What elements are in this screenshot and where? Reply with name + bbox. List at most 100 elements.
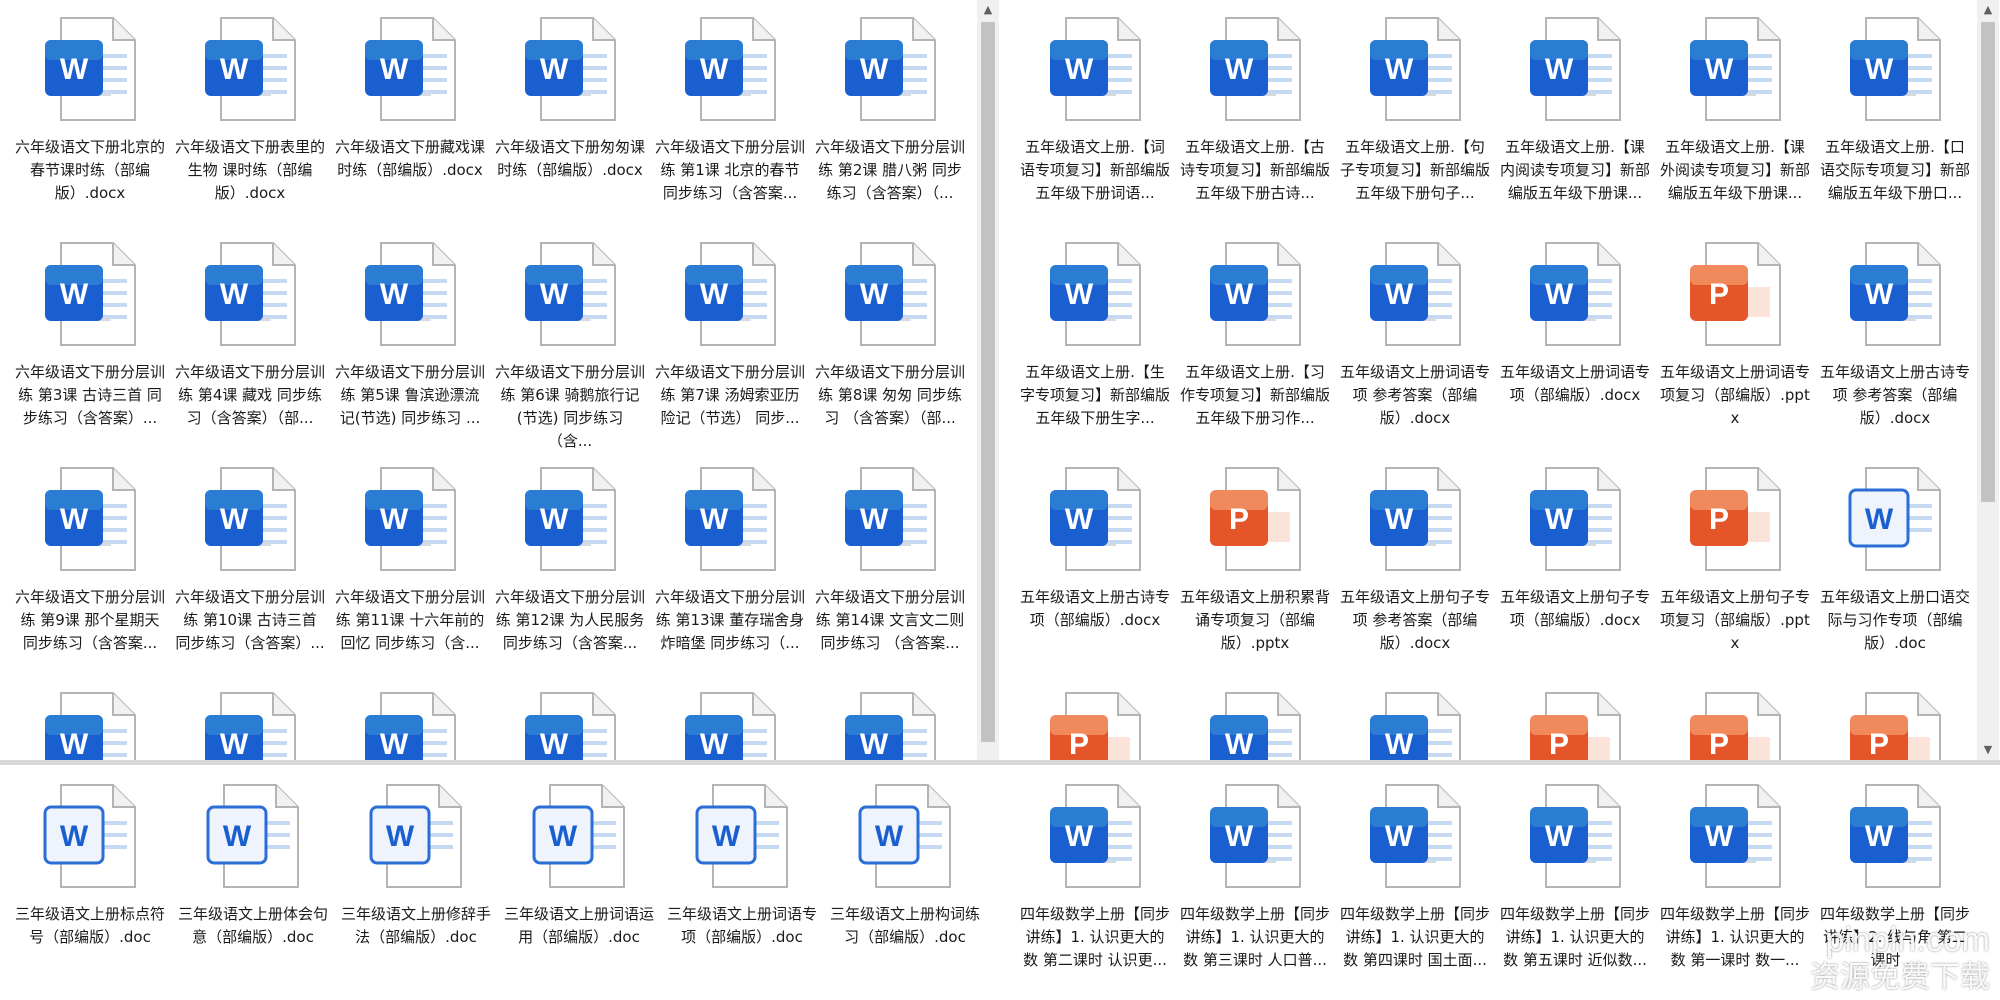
scrollbar-thumb[interactable] [1981,22,1995,502]
file-item[interactable]: 五年级语文上册句子专项 参考答案（部编版）.docx [1335,460,1495,685]
file-name: 六年级语文下册分层训练 第4课 藏戏 同步练习（含答案）（部... [175,363,325,427]
file-item[interactable]: 六年级语文下册分层训练 第3课 古诗三首 同步练习（含答案）... [10,235,170,460]
file-item[interactable] [810,685,970,760]
word-document-icon [831,10,949,128]
file-item[interactable]: 五年级语文上册句子专项复习（部编版）.pptx [1655,460,1815,685]
file-item[interactable]: 三年级语文上册标点符号（部编版）.doc [10,777,170,1000]
file-item[interactable]: 四年级数学上册【同步讲练】1. 认识更大的数 第四课时 国土面... [1335,777,1495,1000]
file-name: 六年级语文下册藏戏课时练（部编版）.docx [335,138,485,179]
file-name: 五年级语文上册句子专项（部编版）.docx [1500,588,1650,629]
file-item[interactable]: 六年级语文下册分层训练 第13课 董存瑞舍身炸暗堡 同步练习（... [650,460,810,685]
file-name: 五年级语文上册口语交际与习作专项（部编版）.doc [1820,588,1970,652]
scrollbar-thumb[interactable] [981,22,995,742]
file-item[interactable]: 四年级数学上册【同步讲练】1. 认识更大的数 第三课时 人口普... [1175,777,1335,1000]
file-item[interactable]: 五年级语文上册古诗专项（部编版）.docx [1015,460,1175,685]
file-name: 六年级语文下册分层训练 第2课 腊八粥 同步练习（含答案）（... [815,138,965,202]
scrollbar-right[interactable]: ▲ ▼ [1977,0,1999,760]
file-item[interactable]: 六年级语文下册分层训练 第12课 为人民服务 同步练习（含答案... [490,460,650,685]
file-name: 六年级语文下册表里的生物 课时练（部编版）.docx [175,138,325,202]
file-item[interactable]: 五年级语文上册.【句子专项复习】新部编版五年级下册句子... [1335,10,1495,235]
file-name: 六年级语文下册分层训练 第14课 文言文二则 同步练习 （含答案... [815,588,965,652]
scroll-up-arrow-icon[interactable]: ▲ [1977,0,1999,20]
scroll-down-arrow-icon[interactable]: ▼ [1977,740,1999,760]
file-item[interactable]: 六年级语文下册分层训练 第10课 古诗三首 同步练习（含答案）... [170,460,330,685]
file-item[interactable] [1015,685,1175,760]
scrollbar-left[interactable]: ▲ [977,0,999,760]
file-item[interactable]: 六年级语文下册分层训练 第11课 十六年前的回忆 同步练习（含... [330,460,490,685]
word-document-icon [1036,460,1154,578]
file-item[interactable]: 三年级语文上册构词练习（部编版）.doc [825,777,985,1000]
watermark-domain: pinpin.com [1825,921,1990,959]
file-name: 六年级语文下册分层训练 第6课 骑鹅旅行记(节选) 同步练习 （含... [495,363,645,450]
file-item[interactable] [170,685,330,760]
file-item[interactable]: 五年级语文上册.【古诗专项复习】新部编版五年级下册古诗... [1175,10,1335,235]
word-document-icon [1036,10,1154,128]
file-name: 五年级语文上册.【课内阅读专项复习】新部编版五年级下册课... [1500,138,1650,202]
file-item[interactable] [1815,685,1975,760]
file-item[interactable]: 六年级语文下册分层训练 第14课 文言文二则 同步练习 （含答案... [810,460,970,685]
file-name: 五年级语文上册.【句子专项复习】新部编版五年级下册句子... [1340,138,1490,202]
file-item[interactable]: 六年级语文下册分层训练 第2课 腊八粥 同步练习（含答案）（... [810,10,970,235]
file-item[interactable]: 五年级语文上册.【生字专项复习】新部编版五年级下册生字... [1015,235,1175,460]
file-item[interactable]: 五年级语文上册词语专项 参考答案（部编版）.docx [1335,235,1495,460]
file-item[interactable] [1655,685,1815,760]
file-item[interactable] [650,685,810,760]
file-item[interactable]: 六年级语文下册北京的春节课时练（部编版）.docx [10,10,170,235]
file-name: 五年级语文上册.【词语专项复习】新部编版五年级下册词语... [1020,138,1170,202]
file-item[interactable]: 三年级语文上册词语运用（部编版）.doc [499,777,659,1000]
file-item[interactable]: 六年级语文下册藏戏课时练（部编版）.docx [330,10,490,235]
file-item[interactable] [10,685,170,760]
file-item[interactable]: 三年级语文上册体会句意（部编版）.doc [173,777,333,1000]
file-item[interactable] [1335,685,1495,760]
file-item[interactable]: 六年级语文下册匆匆课时练（部编版）.docx [490,10,650,235]
word-document-icon [511,10,629,128]
file-name: 五年级语文上册积累背诵专项复习（部编版）.pptx [1180,588,1330,652]
file-item[interactable]: 五年级语文上册口语交际与习作专项（部编版）.doc [1815,460,1975,685]
file-name: 五年级语文上册句子专项复习（部编版）.pptx [1660,588,1810,652]
word-document-icon [1356,10,1474,128]
file-item[interactable]: 三年级语文上册修辞手法（部编版）.doc [336,777,496,1000]
word-document-icon [831,685,949,760]
file-item[interactable]: 六年级语文下册分层训练 第9课 那个星期天 同步练习（含答案... [10,460,170,685]
file-item[interactable] [330,685,490,760]
file-name: 六年级语文下册分层训练 第5课 鲁滨逊漂流记(节选) 同步练习 ... [335,363,485,427]
file-item[interactable]: 五年级语文上册.【词语专项复习】新部编版五年级下册词语... [1015,10,1175,235]
file-item[interactable]: 六年级语文下册分层训练 第6课 骑鹅旅行记(节选) 同步练习 （含... [490,235,650,460]
file-name: 四年级数学上册【同步讲练】1. 认识更大的数 第三课时 人口普... [1180,905,1330,969]
scroll-up-arrow-icon[interactable]: ▲ [977,0,999,20]
file-item[interactable]: 六年级语文下册分层训练 第7课 汤姆索亚历险记（节选） 同步... [650,235,810,460]
file-item[interactable]: 四年级数学上册【同步讲练】1. 认识更大的数 第一课时 数一... [1655,777,1815,1000]
file-item[interactable]: 五年级语文上册古诗专项 参考答案（部编版）.docx [1815,235,1975,460]
file-item[interactable]: 五年级语文上册.【课外阅读专项复习】新部编版五年级下册课... [1655,10,1815,235]
file-item[interactable] [1175,685,1335,760]
file-item[interactable] [490,685,650,760]
powerpoint-icon [1676,685,1794,760]
powerpoint-icon [1036,685,1154,760]
file-item[interactable]: 六年级语文下册表里的生物 课时练（部编版）.docx [170,10,330,235]
word-document-icon [351,460,469,578]
file-name: 五年级语文上册.【课外阅读专项复习】新部编版五年级下册课... [1660,138,1810,202]
file-name: 四年级数学上册【同步讲练】1. 认识更大的数 第四课时 国土面... [1340,905,1490,969]
file-item[interactable]: 六年级语文下册分层训练 第1课 北京的春节 同步练习（含答案... [650,10,810,235]
file-pane-bottom-left: 三年级语文上册标点符号（部编版）.doc 三年级语文上册体会句意（部编版）.doc… [0,765,1000,1000]
file-item[interactable]: 六年级语文下册分层训练 第8课 匆匆 同步练习 （含答案）（部... [810,235,970,460]
file-item[interactable]: 五年级语文上册词语专项复习（部编版）.pptx [1655,235,1815,460]
file-name: 六年级语文下册北京的春节课时练（部编版）.docx [15,138,165,202]
file-name: 三年级语文上册构词练习（部编版）.doc [830,905,980,946]
file-item[interactable]: 五年级语文上册句子专项（部编版）.docx [1495,460,1655,685]
file-item[interactable] [1495,685,1655,760]
file-item[interactable]: 四年级数学上册【同步讲练】1. 认识更大的数 第五课时 近似数... [1495,777,1655,1000]
file-item[interactable]: 五年级语文上册积累背诵专项复习（部编版）.pptx [1175,460,1335,685]
file-item[interactable]: 三年级语文上册词语专项（部编版）.doc [662,777,822,1000]
file-name: 五年级语文上册古诗专项 参考答案（部编版）.docx [1820,363,1970,427]
file-item[interactable]: 六年级语文下册分层训练 第4课 藏戏 同步练习（含答案）（部... [170,235,330,460]
file-item[interactable]: 五年级语文上册.【口语交际专项复习】新部编版五年级下册口... [1815,10,1975,235]
file-item[interactable]: 五年级语文上册词语专项（部编版）.docx [1495,235,1655,460]
file-item[interactable]: 六年级语文下册分层训练 第5课 鲁滨逊漂流记(节选) 同步练习 ... [330,235,490,460]
file-name: 三年级语文上册体会句意（部编版）.doc [178,905,328,946]
word-doc-icon [683,777,801,895]
file-item[interactable]: 四年级数学上册【同步讲练】1. 认识更大的数 第二课时 认识更... [1015,777,1175,1000]
file-item[interactable]: 五年级语文上册.【习作专项复习】新部编版五年级下册习作... [1175,235,1335,460]
file-item[interactable]: 五年级语文上册.【课内阅读专项复习】新部编版五年级下册课... [1495,10,1655,235]
word-document-icon [191,685,309,760]
